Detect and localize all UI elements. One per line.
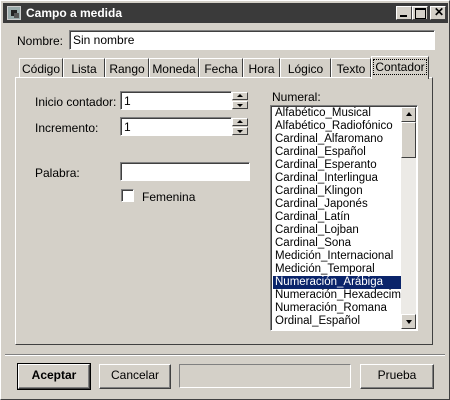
numeral-list-item[interactable]: Cardinal_Interlingua [273, 172, 403, 185]
numeral-list-item[interactable]: Alfabético_Radiofónico [273, 120, 403, 133]
word-input[interactable] [120, 162, 250, 181]
arrow-up-icon [237, 94, 243, 97]
footer-separator [5, 354, 445, 356]
numeral-list-item[interactable]: Cardinal_Japonés [273, 198, 403, 211]
scroll-up-button[interactable] [401, 107, 416, 122]
close-icon: ✕ [434, 5, 445, 19]
name-label: Nombre: [17, 34, 64, 48]
numeral-list-item[interactable]: Alfabético_Musical [273, 107, 403, 120]
numeral-list-item[interactable]: Numeración_Arábiga [273, 276, 403, 289]
numeral-list-item[interactable]: Cardinal_Esperanto [273, 159, 403, 172]
tab-contador-label: Contador [373, 59, 427, 75]
numeral-scrollbar[interactable] [401, 107, 416, 329]
start-counter-input[interactable]: 1 [120, 91, 232, 110]
tab-logico[interactable]: Lógico [280, 58, 331, 78]
tab-codigo[interactable]: Código [19, 58, 63, 78]
word-label: Palabra: [35, 166, 80, 180]
cancel-button[interactable]: Cancelar [99, 364, 171, 389]
increment-stepper [232, 117, 248, 136]
feminine-label: Femenina [142, 190, 196, 204]
start-counter-label: Inicio contador: [35, 95, 117, 109]
numeral-list-item[interactable]: Medición_Temporal [273, 263, 403, 276]
arrow-down-icon [237, 130, 243, 133]
app-icon [7, 6, 21, 20]
arrow-up-icon [237, 120, 243, 123]
increment-input[interactable]: 1 [120, 117, 232, 136]
close-button[interactable]: ✕ [430, 5, 446, 20]
start-counter-down-button[interactable] [232, 101, 248, 109]
status-field [179, 364, 351, 388]
numeral-list-item[interactable]: Cardinal_Latín [273, 211, 403, 224]
increment-label: Incremento: [35, 121, 99, 135]
numeral-list: Alfabético_Musical Alfabético_Radiofónico… [273, 107, 410, 328]
scroll-down-button[interactable] [401, 314, 416, 329]
tab-rango[interactable]: Rango [105, 58, 149, 78]
numeral-list-item[interactable]: Cardinal_Español [273, 146, 403, 159]
increment-down-button[interactable] [232, 127, 248, 135]
numeral-list-item[interactable]: Ordinal_Español [273, 315, 403, 328]
numeral-list-item[interactable]: Cardinal_Lojban [273, 224, 403, 237]
numeral-list-item[interactable]: Cardinal_Alfaromano [273, 133, 403, 146]
numeral-list-item[interactable]: Numeración_Romana [273, 302, 403, 315]
title-bar[interactable]: Campo a medida ✕ [3, 3, 448, 23]
start-counter-stepper [232, 91, 248, 110]
arrow-down-icon [237, 104, 243, 107]
maximize-button[interactable] [412, 6, 428, 20]
minimize-button[interactable] [396, 6, 412, 20]
tab-texto[interactable]: Texto [331, 58, 371, 78]
accept-button[interactable]: Aceptar [17, 363, 91, 390]
arrow-up-icon [406, 112, 412, 116]
arrow-down-icon [406, 320, 412, 324]
numeral-list-item[interactable]: Medición_Internacional [273, 250, 403, 263]
start-counter-up-button[interactable] [232, 92, 248, 100]
tab-contador[interactable]: Contador [371, 56, 429, 79]
numeral-label: Numeral: [272, 90, 321, 104]
tab-hora[interactable]: Hora [243, 58, 280, 78]
numeral-list-item[interactable]: Cardinal_Sona [273, 237, 403, 250]
numeral-list-item[interactable]: Cardinal_Klingon [273, 185, 403, 198]
tab-moneda[interactable]: Moneda [149, 58, 199, 78]
test-button[interactable]: Prueba [360, 364, 434, 389]
tab-fecha[interactable]: Fecha [199, 58, 243, 78]
window-title: Campo a medida [26, 6, 123, 20]
scroll-thumb[interactable] [401, 122, 416, 158]
name-input[interactable]: Sin nombre [69, 30, 435, 50]
dialog-window: Campo a medida ✕ Nombre: Sin nombre Códi… [0, 0, 450, 400]
feminine-checkbox[interactable] [121, 189, 134, 202]
increment-up-button[interactable] [232, 118, 248, 126]
numeral-list-item[interactable]: Numeración_Hexadecimal [273, 289, 410, 302]
numeral-listbox[interactable]: Alfabético_Musical Alfabético_Radiofónico… [270, 105, 418, 331]
tab-lista[interactable]: Lista [63, 58, 105, 78]
